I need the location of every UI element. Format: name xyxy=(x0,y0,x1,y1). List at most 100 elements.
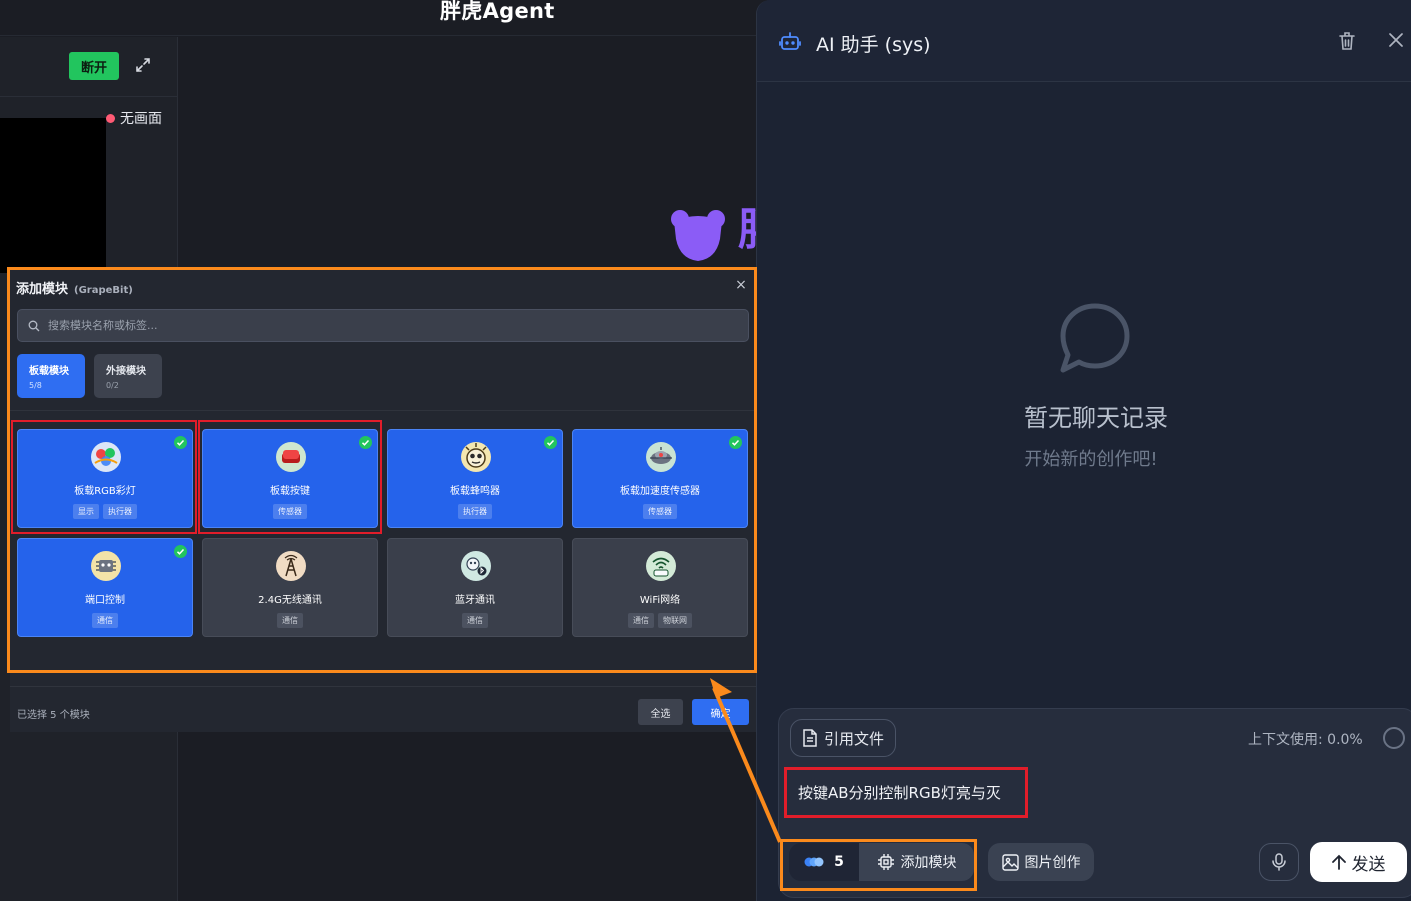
dialog-title: 添加模块 xyxy=(16,282,69,297)
module-card-accelerometer[interactable]: 板载加速度传感器 传感器 xyxy=(572,429,748,528)
module-tag: 通信 xyxy=(92,613,118,628)
brand-wordmark: 胖 xyxy=(738,208,756,264)
module-tag: 通信 xyxy=(462,613,488,628)
send-button[interactable]: 发送 xyxy=(1310,842,1407,882)
close-icon[interactable] xyxy=(1389,33,1403,47)
app-title: 胖虎Agent xyxy=(440,0,555,23)
modules-stack-icon xyxy=(804,857,824,867)
module-count-badge[interactable]: 5 xyxy=(789,843,859,881)
assistant-title: AI 助手 (sys) xyxy=(816,34,931,56)
arrow-up-icon xyxy=(1331,854,1346,870)
module-count: 5 xyxy=(834,854,844,870)
check-icon xyxy=(729,436,742,449)
module-tags: 显示 执行器 xyxy=(18,504,192,519)
tab-onboard-modules[interactable]: 板载模块 5/8 xyxy=(17,354,85,398)
module-tags: 通信 xyxy=(203,613,377,628)
tab-external-modules[interactable]: 外接模块 0/2 xyxy=(94,354,162,398)
chip-icon xyxy=(877,854,894,870)
button-icon xyxy=(276,442,306,472)
check-icon xyxy=(174,545,187,558)
module-tags: 传感器 xyxy=(203,504,377,519)
search-icon xyxy=(28,320,40,331)
add-module-label: 添加模块 xyxy=(900,854,957,870)
expand-icon[interactable] xyxy=(134,56,152,74)
top-bar: 胖虎Agent xyxy=(0,0,756,36)
document-icon xyxy=(803,729,817,747)
cite-file-button[interactable]: 引用文件 xyxy=(790,719,896,757)
search-input[interactable] xyxy=(48,319,698,332)
image-create-label: 图片创作 xyxy=(1024,855,1081,871)
tab-count: 5/8 xyxy=(29,381,42,390)
module-card-buzzer[interactable]: 板载蜂鸣器 执行器 xyxy=(387,429,563,528)
divider xyxy=(10,410,756,411)
module-selector[interactable]: 5 添加模块 xyxy=(789,843,974,881)
module-tag: 物联网 xyxy=(658,613,692,628)
ai-assistant-panel: AI 助手 (sys) 暂无聊天记录 开始新的创作吧! 引用文件 上下文使用: … xyxy=(756,0,1411,901)
check-icon xyxy=(544,436,557,449)
module-name: 2.4G无线通讯 xyxy=(258,595,322,606)
dialog-subtitle: (GrapeBit) xyxy=(74,285,133,296)
module-card-wifi[interactable]: WiFi网络 通信 物联网 xyxy=(572,538,748,637)
module-card-wireless-2-4g[interactable]: 2.4G无线通讯 通信 xyxy=(202,538,378,637)
cite-file-label: 引用文件 xyxy=(823,729,884,748)
module-name: 板载蜂鸣器 xyxy=(450,486,500,497)
module-name: 蓝牙通讯 xyxy=(455,595,495,606)
context-usage-ring xyxy=(1383,727,1405,749)
module-tag: 通信 xyxy=(277,613,303,628)
module-tag: 执行器 xyxy=(458,504,492,519)
tab-count: 0/2 xyxy=(106,381,119,390)
tab-label: 外接模块 xyxy=(106,366,146,377)
wireless-icon xyxy=(276,551,306,581)
video-preview xyxy=(0,118,106,273)
chat-bubble-icon xyxy=(1060,303,1130,373)
module-tags: 通信 物联网 xyxy=(573,613,747,628)
stream-status: 无画面 xyxy=(106,108,162,128)
module-tags: 通信 xyxy=(388,613,562,628)
module-name: 板载RGB彩灯 xyxy=(74,486,136,497)
port-icon xyxy=(91,551,121,581)
select-all-button[interactable]: 全选 xyxy=(638,699,683,725)
confirm-button[interactable]: 确定 xyxy=(692,699,749,725)
prompt-input[interactable]: 按键AB分别控制RGB灯亮与灭 xyxy=(798,782,1001,803)
check-icon xyxy=(359,436,372,449)
empty-state-title: 暂无聊天记录 xyxy=(1024,404,1168,432)
module-tags: 通信 xyxy=(18,613,192,628)
wifi-icon xyxy=(646,551,676,581)
module-card-rgb-light[interactable]: 板载RGB彩灯 显示 执行器 xyxy=(17,429,193,528)
module-name: 板载加速度传感器 xyxy=(620,486,700,497)
module-name: 端口控制 xyxy=(85,595,125,606)
module-name: WiFi网络 xyxy=(639,595,681,606)
module-card-bluetooth[interactable]: 蓝牙通讯 通信 xyxy=(387,538,563,637)
module-name: 板载按键 xyxy=(270,486,310,497)
rgb-light-icon xyxy=(91,442,121,472)
module-tag: 传感器 xyxy=(273,504,307,519)
divider xyxy=(10,686,756,687)
add-module-button[interactable]: 添加模块 xyxy=(859,843,974,881)
accelerometer-icon xyxy=(646,442,676,472)
selected-count: 已选择 5 个模块 xyxy=(17,710,90,721)
module-tag: 传感器 xyxy=(643,504,677,519)
microphone-button[interactable] xyxy=(1259,843,1299,881)
image-create-button[interactable]: 图片创作 xyxy=(988,843,1094,881)
module-card-button[interactable]: 板载按键 传感器 xyxy=(202,429,378,528)
status-dot xyxy=(106,113,115,123)
check-icon xyxy=(174,436,187,449)
microphone-icon xyxy=(1272,853,1286,871)
module-card-port-control[interactable]: 端口控制 通信 xyxy=(17,538,193,637)
dialog-header: 添加模块 (GrapeBit) xyxy=(16,278,133,297)
module-tags: 执行器 xyxy=(388,504,562,519)
add-module-dialog: 添加模块 (GrapeBit) × 板载模块 5/8 外接模块 0/2 板载RG… xyxy=(10,270,756,732)
bluetooth-icon xyxy=(461,551,491,581)
send-label: 发送 xyxy=(1351,854,1386,874)
chat-composer: 引用文件 上下文使用: 0.0% 按键AB分别控制RGB灯亮与灭 5 添加模块 xyxy=(778,708,1411,898)
module-tag: 通信 xyxy=(628,613,654,628)
module-search[interactable] xyxy=(17,309,749,342)
module-tag: 执行器 xyxy=(103,504,137,519)
buzzer-icon xyxy=(461,442,491,472)
assistant-header: AI 助手 (sys) xyxy=(757,0,1411,82)
trash-icon[interactable] xyxy=(1338,31,1356,51)
robot-icon xyxy=(779,32,801,50)
empty-state-subtitle: 开始新的创作吧! xyxy=(1024,449,1158,470)
disconnect-button[interactable]: 断开 xyxy=(69,52,119,80)
dialog-close-icon[interactable]: × xyxy=(734,278,748,292)
